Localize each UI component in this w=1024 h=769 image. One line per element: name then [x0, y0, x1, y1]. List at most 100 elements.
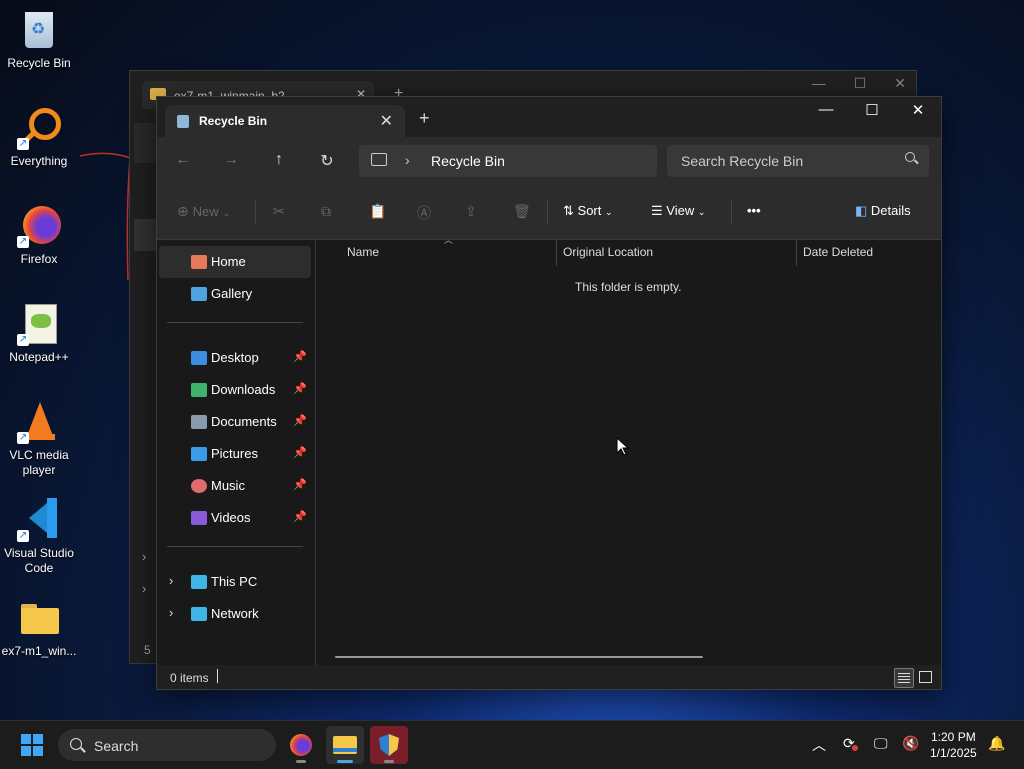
desktop-icon-firefox[interactable]: ↗ Firefox: [0, 204, 78, 267]
back-button[interactable]: ←: [171, 151, 195, 169]
desktop-icon-label: Notepad++: [9, 350, 69, 364]
address-bar[interactable]: › Recycle Bin: [359, 145, 657, 177]
desktop-icon-label: ex7-m1_win...: [1, 644, 77, 658]
downloads-icon: [191, 383, 207, 397]
start-button[interactable]: [21, 734, 43, 756]
copy-icon[interactable]: ⧉: [321, 203, 331, 220]
desktop-folder-icon: [191, 351, 207, 365]
desktop-icon-folder[interactable]: ex7-m1_win...: [0, 596, 78, 659]
desktop-icon-vscode[interactable]: ↗ Visual Studio Code: [0, 498, 78, 576]
taskbar-app-firefox[interactable]: [282, 726, 320, 764]
system-clock[interactable]: 1:20 PM 1/1/2025: [930, 729, 977, 761]
maximize-button[interactable]: ☐: [849, 101, 895, 119]
error-badge-icon: [852, 745, 858, 751]
sidebar-item-this-pc[interactable]: › This PC: [159, 566, 311, 598]
sidebar-item-desktop[interactable]: Desktop 📌: [159, 342, 311, 374]
sidebar-item-documents[interactable]: Documents 📌: [159, 406, 311, 438]
item-count: 0 items: [170, 671, 209, 685]
details-pane-button[interactable]: ◧ Details: [855, 203, 911, 219]
breadcrumb-chevron-icon[interactable]: ›: [405, 152, 410, 168]
sidebar-item-label: Pictures: [211, 446, 258, 461]
desktop-icon-everything[interactable]: ↗ Everything: [0, 106, 78, 169]
column-header-name[interactable]: Name: [347, 245, 379, 259]
close-icon[interactable]: ✕: [380, 111, 393, 131]
column-header-date-deleted[interactable]: Date Deleted: [803, 245, 873, 259]
sidebar-item-label: Gallery: [211, 286, 253, 301]
pictures-icon: [191, 447, 207, 461]
expand-chevron-icon[interactable]: ›: [169, 573, 173, 588]
breadcrumb-recycle-bin[interactable]: Recycle Bin: [431, 153, 505, 169]
close-icon[interactable]: ✕: [894, 75, 906, 91]
minimize-icon[interactable]: —: [812, 75, 826, 91]
background-status: 5: [144, 643, 151, 657]
network-tray-icon[interactable]: 🖵: [874, 735, 888, 752]
view-button[interactable]: ☰ View ⌄: [651, 203, 705, 219]
sort-button[interactable]: ⇅ Sort ⌄: [563, 203, 613, 219]
close-button[interactable]: ✕: [895, 101, 941, 119]
cut-icon[interactable]: ✂: [273, 203, 285, 220]
column-header-original-location[interactable]: Original Location: [563, 245, 653, 259]
search-box[interactable]: Search Recycle Bin: [667, 145, 929, 177]
desktop-icon-vlc[interactable]: ↗ VLC media player: [0, 400, 78, 478]
pin-icon[interactable]: 📌: [293, 350, 307, 363]
pin-icon[interactable]: 📌: [293, 414, 307, 427]
horizontal-scrollbar[interactable]: [335, 656, 703, 658]
search-icon: [70, 738, 82, 750]
shortcut-arrow-icon: ↗: [17, 530, 29, 542]
vscode-icon: ↗: [17, 498, 61, 542]
desktop-icon-recycle-bin[interactable]: ♻ Recycle Bin: [0, 8, 78, 71]
volume-muted-icon[interactable]: 🔇: [902, 735, 919, 752]
sidebar-item-music[interactable]: Music 📌: [159, 470, 311, 502]
column-divider[interactable]: [796, 240, 797, 266]
sidebar-item-gallery[interactable]: Gallery: [159, 278, 311, 310]
sidebar-item-label: Home: [211, 254, 246, 269]
desktop-icon-notepadpp[interactable]: ↗ Notepad++: [0, 302, 78, 365]
delete-icon[interactable]: 🗑: [513, 203, 531, 220]
large-icons-view-icon[interactable]: [916, 668, 934, 686]
sidebar-item-home[interactable]: Home: [159, 246, 311, 278]
taskbar-search-input[interactable]: Search: [94, 738, 138, 754]
this-pc-icon[interactable]: [371, 153, 387, 166]
sidebar-item-pictures[interactable]: Pictures 📌: [159, 438, 311, 470]
sidebar-item-label: Desktop: [211, 350, 259, 365]
expand-chevron-icon[interactable]: ›: [142, 549, 146, 564]
explorer-window[interactable]: Recycle Bin ✕ + — ☐ ✕ ← → ↑ ↻ › Recycle …: [156, 96, 942, 690]
music-icon: [191, 479, 207, 493]
refresh-button[interactable]: ↻: [315, 151, 339, 171]
more-options-button[interactable]: •••: [747, 203, 761, 218]
sidebar-item-downloads[interactable]: Downloads 📌: [159, 374, 311, 406]
taskbar-app-security[interactable]: [370, 726, 408, 764]
pin-icon[interactable]: 📌: [293, 510, 307, 523]
toolbar-divider: [547, 199, 548, 225]
expand-chevron-icon[interactable]: ›: [142, 581, 146, 596]
chevron-down-icon: ⌄: [222, 208, 231, 218]
taskbar-search[interactable]: Search: [58, 729, 276, 761]
pin-icon[interactable]: 📌: [293, 382, 307, 395]
new-tab-button[interactable]: +: [419, 108, 430, 129]
maximize-icon[interactable]: ☐: [854, 75, 867, 91]
paste-icon[interactable]: 📋: [369, 203, 386, 220]
rename-icon[interactable]: Ⓐ: [417, 203, 431, 223]
tab-recycle-bin[interactable]: Recycle Bin ✕: [165, 105, 405, 137]
column-divider[interactable]: [556, 240, 557, 266]
desktop-icon-label: Recycle Bin: [7, 56, 71, 70]
notification-bell-icon[interactable]: 🔔: [988, 735, 1005, 752]
up-button[interactable]: ↑: [267, 151, 291, 169]
minimize-button[interactable]: —: [803, 101, 849, 118]
forward-button[interactable]: →: [219, 151, 243, 169]
search-input[interactable]: Search Recycle Bin: [681, 153, 803, 169]
taskbar-app-file-explorer[interactable]: [326, 726, 364, 764]
pin-icon[interactable]: 📌: [293, 478, 307, 491]
pin-icon[interactable]: 📌: [293, 446, 307, 459]
sidebar-item-videos[interactable]: Videos 📌: [159, 502, 311, 534]
details-view-icon[interactable]: [894, 668, 914, 688]
expand-chevron-icon[interactable]: ›: [169, 605, 173, 620]
sort-ascending-icon: ︿: [444, 235, 454, 245]
new-label: New: [192, 204, 219, 219]
pane-splitter[interactable]: [315, 240, 316, 665]
show-hidden-icons-chevron-icon[interactable]: ︿: [812, 735, 826, 755]
share-icon[interactable]: ⇪: [465, 203, 477, 220]
sidebar-item-network[interactable]: › Network: [159, 598, 311, 630]
new-button[interactable]: ⊕ New ⌄: [177, 203, 230, 220]
shortcut-arrow-icon: ↗: [17, 138, 29, 150]
